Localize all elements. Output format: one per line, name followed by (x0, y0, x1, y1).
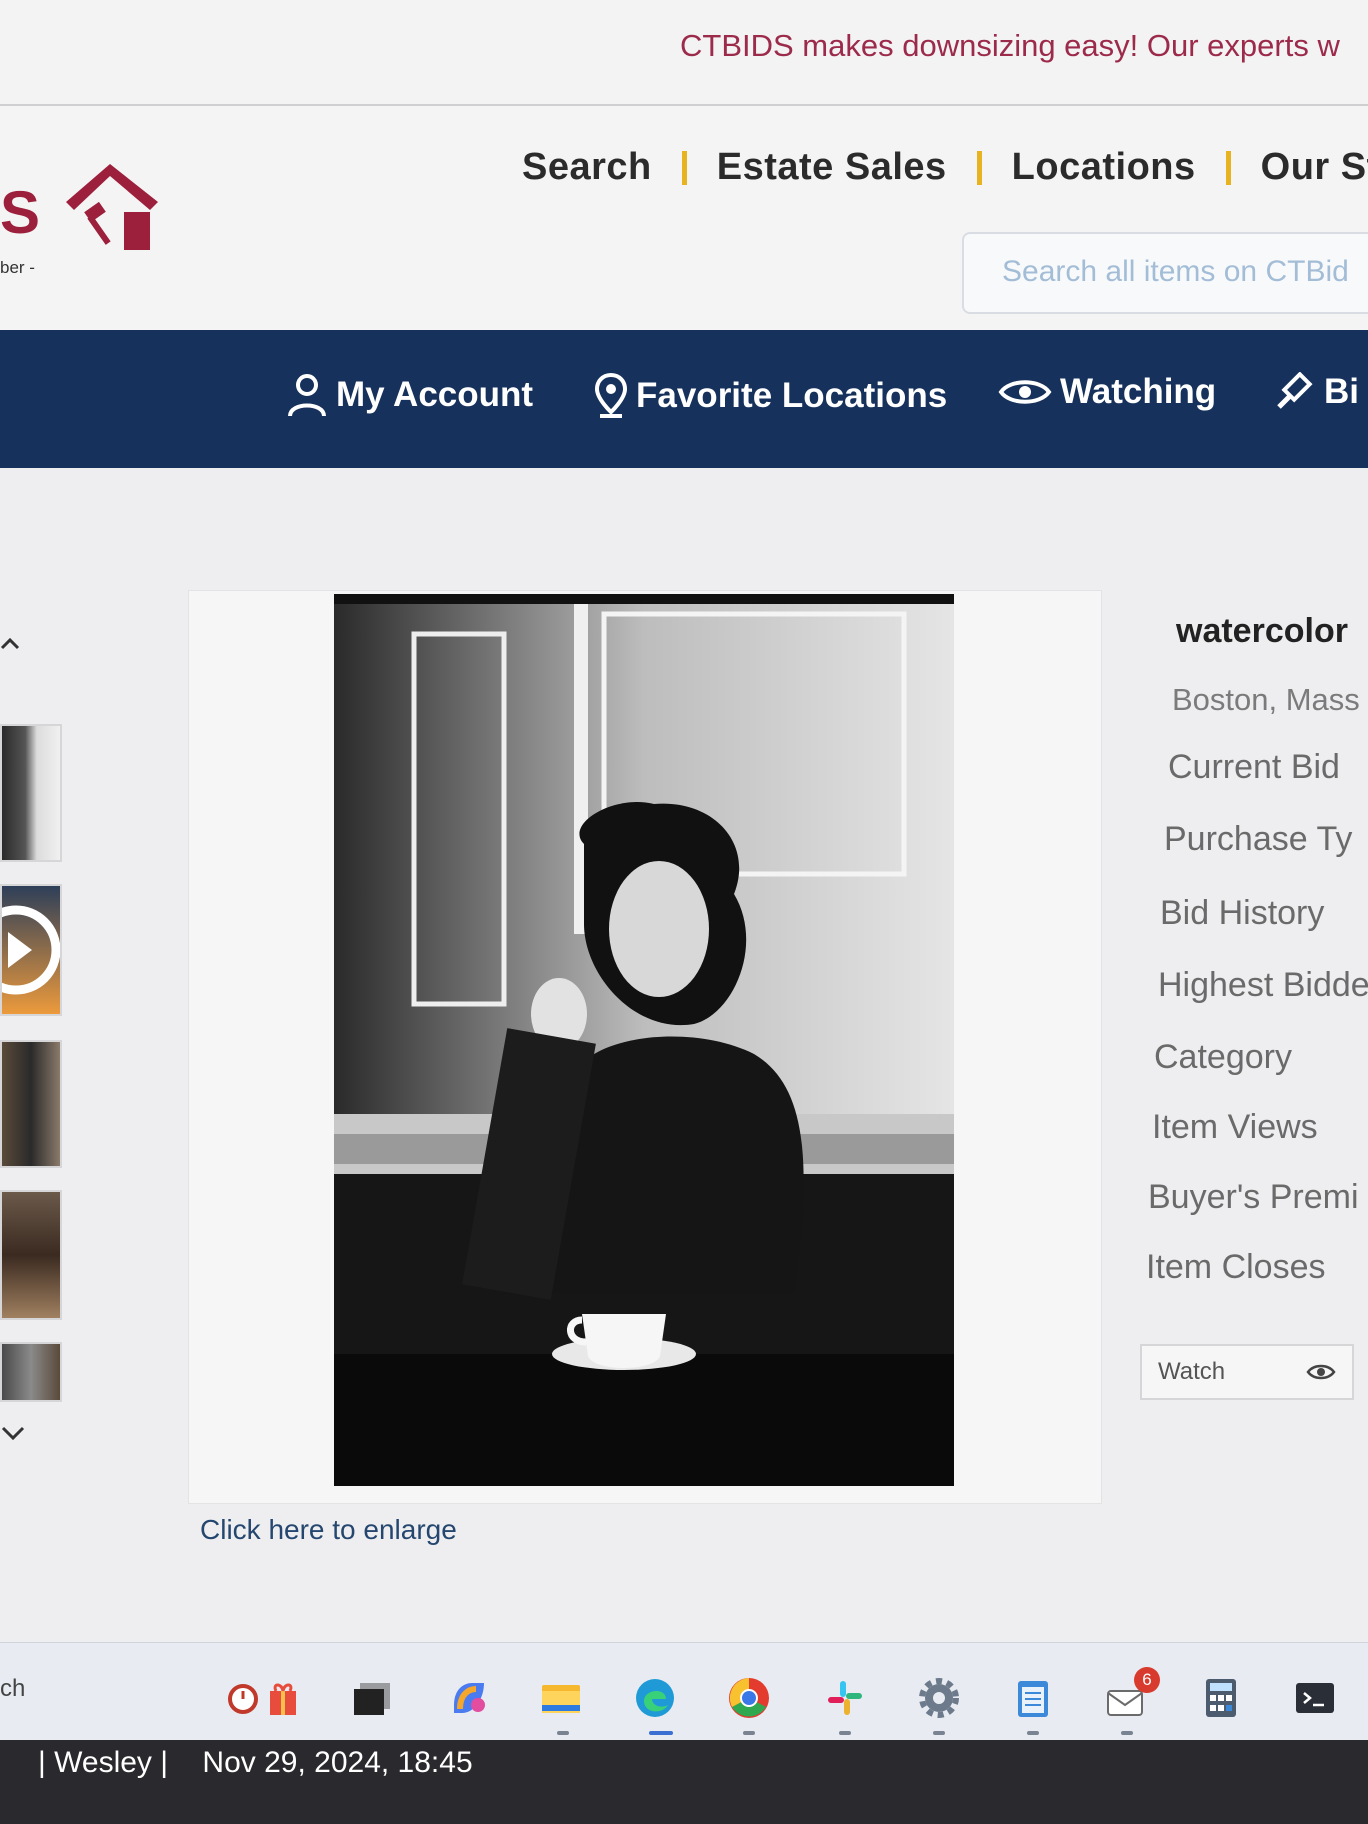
bids-link[interactable]: Bi (1276, 372, 1359, 412)
browser-screen: CTBIDS makes downsizing easy! Our expert… (0, 0, 1368, 1740)
chrome-icon[interactable] (726, 1675, 772, 1721)
logo-text[interactable]: S (0, 178, 40, 247)
label-category: Category (1154, 1038, 1292, 1076)
location-pin-icon (594, 372, 628, 420)
nav-separator (681, 150, 687, 185)
eye-icon (998, 375, 1052, 409)
search-input[interactable] (1000, 254, 1368, 290)
label-item-views: Item Views (1152, 1108, 1318, 1146)
nav-search[interactable]: Search (522, 146, 652, 189)
nav-estate-sales[interactable]: Estate Sales (717, 146, 947, 189)
label-bid-history[interactable]: Bid History (1160, 894, 1324, 933)
task-view-icon[interactable] (350, 1675, 396, 1721)
thumbnail-1[interactable] (0, 724, 62, 862)
thumbnails-scroll-down[interactable] (0, 1420, 26, 1451)
terminal-icon[interactable] (1292, 1675, 1338, 1721)
favorite-locations-label: Favorite Locations (636, 376, 948, 415)
bids-label: Bi (1324, 372, 1359, 411)
photo-timestamp-overlay: | Wesley | Nov 29, 2024, 18:45 (38, 1746, 499, 1780)
label-purchase-type: Purchase Ty (1164, 820, 1353, 858)
promo-text[interactable]: CTBIDS makes downsizing easy! Our expert… (680, 28, 1340, 64)
item-title: watercolor (1176, 612, 1348, 650)
thumbnails-scroll-up[interactable] (0, 612, 56, 676)
my-account-link[interactable]: My Account (286, 372, 533, 418)
nav-separator (976, 150, 982, 185)
item-location[interactable]: Boston, Mass (1172, 682, 1360, 718)
thumbnail-3[interactable] (0, 1040, 62, 1168)
active-indicator (933, 1731, 945, 1735)
search-box[interactable] (962, 232, 1368, 314)
gift-icon[interactable] (262, 1675, 308, 1721)
taskbar: ch 6 (0, 1642, 1368, 1740)
nav-locations[interactable]: Locations (1012, 146, 1196, 189)
label-buyers-premium: Buyer's Premi (1148, 1178, 1359, 1216)
active-indicator (743, 1731, 755, 1735)
eye-icon (1306, 1364, 1336, 1380)
site-header: S ber - Search Estate Sales Locations Ou… (0, 106, 1368, 330)
active-indicator (1027, 1731, 1039, 1735)
active-indicator (1121, 1731, 1133, 1735)
photo-artwork (334, 594, 954, 1486)
watch-button[interactable]: Watch (1140, 1344, 1354, 1400)
taskbar-search[interactable]: ch (0, 1675, 25, 1703)
logo-house-icon[interactable] (58, 158, 162, 254)
nav-separator (1225, 150, 1231, 185)
slack-icon[interactable] (822, 1675, 868, 1721)
my-account-label: My Account (336, 375, 534, 414)
user-icon (286, 372, 328, 418)
thumbnail-4[interactable] (0, 1190, 62, 1320)
play-icon (2, 905, 60, 995)
active-indicator (557, 1731, 569, 1735)
label-current-bid: Current Bid (1168, 748, 1340, 786)
favorite-locations-link[interactable]: Favorite Locations (594, 372, 947, 420)
overlay-user: | Wesley | (38, 1746, 169, 1779)
mail-badge: 6 (1134, 1667, 1160, 1693)
file-explorer-icon[interactable] (538, 1675, 584, 1721)
watching-label: Watching (1060, 372, 1217, 411)
main-item-photo[interactable] (334, 594, 954, 1486)
copilot-icon[interactable] (446, 1675, 492, 1721)
watching-link[interactable]: Watching (998, 372, 1216, 412)
account-bar: My Account Favorite Locations Watching B… (0, 330, 1368, 468)
calculator-icon[interactable] (1198, 1675, 1244, 1721)
settings-icon[interactable] (916, 1675, 962, 1721)
label-highest-bidder: Highest Bidde (1158, 966, 1368, 1004)
thumbnail-2-video[interactable] (0, 884, 62, 1016)
logo-tagline: ber - (0, 258, 35, 277)
chevron-down-icon (1, 1426, 25, 1441)
enlarge-link[interactable]: Click here to enlarge (200, 1514, 457, 1546)
notepad-icon[interactable] (1010, 1675, 1056, 1721)
chevron-up-icon (0, 637, 20, 650)
gavel-icon (1276, 372, 1316, 412)
watch-label: Watch (1158, 1358, 1226, 1385)
thumbnail-5[interactable] (0, 1342, 62, 1402)
overlay-timestamp: Nov 29, 2024, 18:45 (202, 1746, 473, 1779)
edge-icon[interactable] (632, 1675, 678, 1721)
active-indicator (839, 1731, 851, 1735)
active-indicator (649, 1731, 673, 1735)
nav-our-stores[interactable]: Our Sto (1261, 146, 1368, 189)
main-nav: Search Estate Sales Locations Our Sto (522, 146, 1368, 189)
promo-banner: CTBIDS makes downsizing easy! Our expert… (0, 0, 1368, 106)
label-item-closes: Item Closes (1146, 1248, 1326, 1286)
